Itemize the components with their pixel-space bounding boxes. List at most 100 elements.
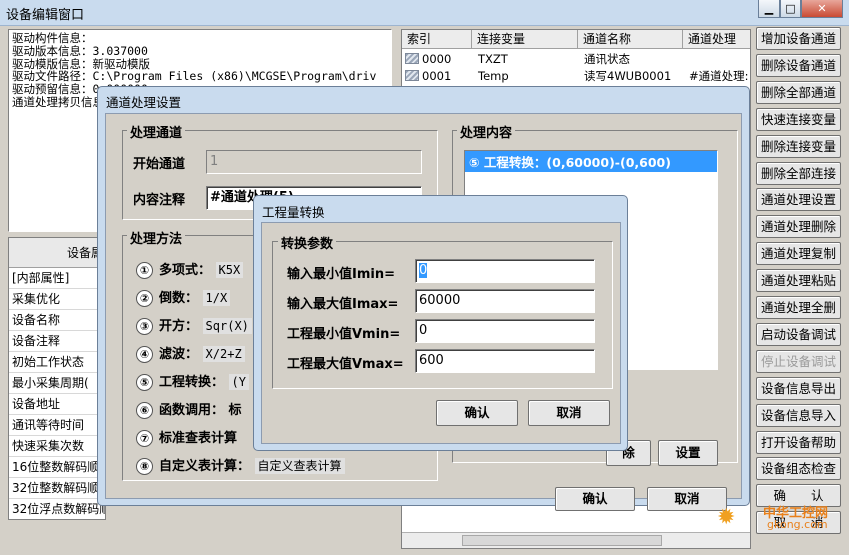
property-row[interactable]: 最小采集周期( (9, 373, 105, 394)
engineering-conversion-dialog: 工程量转换 转换参数 输入最小值Imin= 0 输入最大值Imax= 60000 工程最… (253, 195, 628, 451)
start-debug-button[interactable]: 启动设备调试 (756, 322, 841, 346)
method-number: ④ (136, 346, 153, 363)
property-row[interactable]: 32位浮点数解码顺 (9, 499, 105, 519)
dialog-title: 工程量转换 (262, 205, 325, 220)
method-value: 标 (228, 403, 242, 418)
channel-process-paste-button[interactable]: 通道处理粘贴 (756, 269, 841, 293)
device-property-grid[interactable]: 设备属 [内部属性] 采集优化 设备名称 设备注释 初始工作状态 最小采集周期(设备地址通… (8, 237, 106, 520)
method-label: 工程转换： (159, 375, 225, 390)
settings-button[interactable]: 设置 (658, 440, 718, 466)
method-option[interactable]: ② 倒数： 1/X (136, 287, 231, 307)
cancel-button[interactable]: 取消 (528, 400, 610, 426)
import-device-info-button[interactable]: 设备信息导入 (756, 403, 841, 427)
watermark: ✹ 中华工控网 gkong.com (715, 500, 845, 540)
scrollbar-thumb[interactable] (462, 535, 662, 546)
delete-channel-button[interactable]: 删除设备通道 (756, 53, 841, 77)
property-row[interactable]: 采集优化 (9, 289, 105, 310)
method-value: 1/X (202, 290, 231, 306)
conversion-field-input[interactable]: 0 (415, 259, 595, 283)
table-row[interactable]: 0000 TXZT 通讯状态 (402, 51, 750, 68)
minimize-button[interactable]: ▁ (758, 0, 780, 18)
conversion-field-input[interactable]: 0 (415, 319, 595, 343)
gear-icon: ✹ (717, 505, 736, 530)
property-row[interactable]: 设备名称 (9, 310, 105, 331)
method-label: 滤波： (159, 347, 199, 362)
channel-icon (405, 70, 419, 81)
group-label: 处理方法 (127, 228, 186, 247)
delete-all-links-button[interactable]: 删除全部连接 (756, 161, 841, 185)
col-channel-process[interactable]: 通道处理 (683, 30, 750, 49)
open-device-help-button[interactable]: 打开设备帮助 (756, 430, 841, 454)
property-row[interactable]: 设备地址 (9, 394, 105, 415)
channel-process-delete-all-button[interactable]: 通道处理全删 (756, 296, 841, 319)
method-value: (Y (228, 374, 249, 390)
method-option[interactable]: ⑧ 自定义表计算： 自定义查表计算 (136, 455, 345, 475)
method-value: Sqr(X) (202, 318, 252, 334)
method-option[interactable]: ③ 开方： Sqr(X) (136, 315, 252, 335)
method-number: ⑤ (136, 374, 153, 391)
delete-all-channels-button[interactable]: 删除全部通道 (756, 80, 841, 104)
property-row[interactable]: 通讯等待时间 (9, 415, 105, 436)
method-label: 标准查表计算 (159, 431, 238, 446)
group-label: 处理通道 (127, 122, 186, 141)
check-device-config-button[interactable]: 设备组态检查 (756, 457, 841, 481)
method-number: ⑧ (136, 458, 153, 475)
note-label: 内容注释 (133, 193, 186, 208)
method-label: 多项式： (159, 263, 212, 278)
method-value: K5X (215, 262, 244, 278)
method-number: ⑥ (136, 402, 153, 419)
method-label: 倒数： (159, 291, 199, 306)
add-channel-button[interactable]: 增加设备通道 (756, 27, 841, 50)
export-device-info-button[interactable]: 设备信息导出 (756, 376, 841, 400)
method-option[interactable]: ④ 滤波： X/2+Z (136, 343, 245, 363)
conversion-field-label: 输入最大值Imax= (287, 297, 399, 312)
conversion-field-input[interactable]: 60000 (415, 289, 595, 313)
stop-debug-button: 停止设备调试 (756, 349, 841, 373)
method-option[interactable]: ① 多项式： K5X (136, 259, 244, 279)
property-row[interactable]: [内部属性] (9, 268, 105, 289)
start-channel-label: 开始通道 (133, 157, 186, 172)
ok-button[interactable]: 确认 (436, 400, 518, 426)
conversion-field-input[interactable]: 600 (415, 349, 595, 373)
list-item[interactable]: ⑤ 工程转换：(0,60000)-(0,600) (465, 151, 717, 172)
channel-icon (405, 53, 419, 64)
group-label: 处理内容 (457, 122, 516, 141)
col-channel-name[interactable]: 通道名称 (578, 30, 683, 49)
property-row[interactable]: 设备注释 (9, 331, 105, 352)
conversion-field-label: 输入最小值Imin= (287, 267, 395, 282)
watermark-url: gkong.com (767, 518, 828, 531)
method-value: X/2+Z (202, 346, 245, 362)
channel-process-settings-button[interactable]: 通道处理设置 (756, 188, 841, 212)
conversion-field-label: 工程最小值Vmin= (287, 327, 401, 342)
channel-table-header: 索引 连接变量 通道名称 通道处理 (402, 30, 750, 49)
conversion-field-label: 工程最大值Vmax= (287, 357, 404, 372)
property-row[interactable]: 初始工作状态 (9, 352, 105, 373)
title-bar: 设备编辑窗口 ▁ □ ✕ (0, 0, 849, 26)
property-row[interactable]: 32位整数解码顺 (9, 478, 105, 499)
channel-process-copy-button[interactable]: 通道处理复制 (756, 242, 841, 266)
property-row[interactable]: 16位整数解码顺 (9, 457, 105, 478)
method-number: ③ (136, 318, 153, 335)
method-option[interactable]: ⑤ 工程转换： (Y (136, 371, 249, 391)
horizontal-scrollbar[interactable] (402, 532, 750, 548)
info-line: 驱动构件信息： (12, 31, 93, 45)
method-option[interactable]: ⑦ 标准查表计算 (136, 427, 237, 447)
ok-button[interactable]: 确认 (555, 487, 635, 511)
col-variable[interactable]: 连接变量 (472, 30, 578, 49)
group-label: 转换参数 (278, 233, 337, 252)
channel-process-delete-button[interactable]: 通道处理删除 (756, 215, 841, 239)
table-row[interactable]: 0001 Temp 读写4WUB0001 #通道处理: (402, 68, 750, 85)
method-option[interactable]: ⑥ 函数调用： 标 (136, 399, 242, 419)
maximize-button[interactable]: □ (780, 0, 801, 18)
quick-link-variable-button[interactable]: 快速连接变量 (756, 107, 841, 131)
property-row[interactable]: 快速采集次数 (9, 436, 105, 457)
start-channel-input[interactable]: 1 (206, 150, 422, 174)
method-number: ② (136, 290, 153, 307)
close-button[interactable]: ✕ (801, 0, 843, 18)
method-number: ① (136, 262, 153, 279)
property-header: 设备属 (9, 238, 105, 268)
delete-link-variable-button[interactable]: 删除连接变量 (756, 134, 841, 158)
method-label: 开方： (159, 319, 199, 334)
dialog-title: 通道处理设置 (106, 95, 182, 110)
col-index[interactable]: 索引 (402, 30, 472, 49)
